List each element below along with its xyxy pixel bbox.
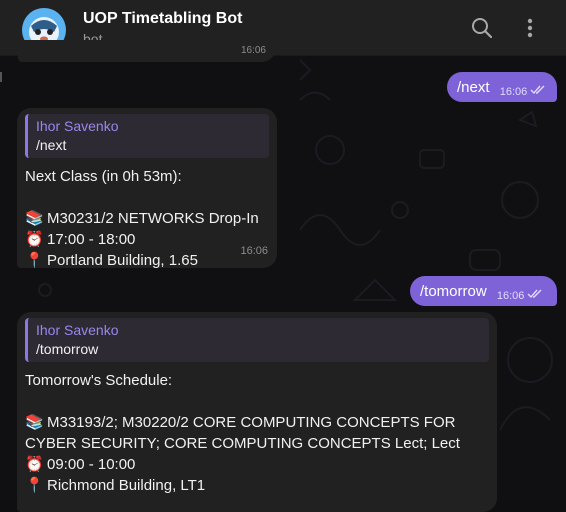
alarm-clock-icon: ⏰ (25, 456, 44, 473)
message-time: 16:06 (499, 86, 528, 98)
books-icon: 📚 (25, 414, 44, 431)
alarm-clock-icon: ⏰ (25, 231, 44, 248)
message-text: /next (457, 79, 490, 96)
double-check-icon (527, 289, 542, 299)
window-edge-marker (0, 72, 2, 82)
reply-preview[interactable]: Ihor Savenko /next (25, 114, 269, 158)
chat-title[interactable]: UOP Timetabling Bot (83, 10, 242, 28)
reply-text: /next (36, 137, 67, 153)
message-line: 📍 Portland Building, 1.65 (25, 252, 198, 269)
message-time: 16:06 (496, 290, 525, 302)
message-text: /tomorrow (420, 283, 487, 300)
more-vertical-icon[interactable] (516, 14, 544, 42)
outgoing-message-next[interactable]: /next 16:06 (447, 72, 557, 102)
message-line: 📚 M30231/2 NETWORKS Drop-In (25, 210, 259, 227)
message-line: ⏰ 09:00 - 10:00 (25, 456, 136, 473)
pin-icon: 📍 (25, 252, 44, 269)
books-icon: 📚 (25, 210, 44, 227)
message-meta: 16:06 (497, 286, 544, 307)
pin-icon: 📍 (25, 477, 44, 494)
search-icon[interactable] (468, 14, 496, 42)
message-time: 16:06 (240, 245, 268, 257)
double-check-icon (530, 85, 545, 95)
message-line: 📚 M33193/2; M30220/2 CORE COMPUTING CONCE… (25, 414, 456, 431)
reply-author: Ihor Savenko (36, 322, 119, 338)
message-line: ⏰ 17:00 - 18:00 (25, 231, 136, 248)
incoming-message-next-class[interactable]: Ihor Savenko /next Next Class (in 0h 53m… (17, 108, 277, 269)
message-line: Next Class (in 0h 53m): (25, 168, 182, 185)
message-time: 16:06 (240, 45, 266, 56)
message-meta: 16:06 (500, 82, 547, 103)
reply-preview[interactable]: Ihor Savenko /tomorrow (25, 318, 489, 362)
outgoing-message-tomorrow[interactable]: /tomorrow 16:06 (410, 276, 557, 306)
incoming-message-tomorrow-schedule[interactable]: Ihor Savenko /tomorrow Tomorrow's Schedu… (17, 312, 497, 512)
previous-message-stub: 16:06 (18, 40, 276, 62)
reply-text: /tomorrow (36, 341, 99, 357)
reply-author: Ihor Savenko (36, 118, 119, 134)
message-line: Tomorrow's Schedule: (25, 372, 173, 389)
message-line: CYBER SECURITY; CORE COMPUTING CONCEPTS … (25, 435, 460, 452)
message-line: 📍 Richmond Building, LT1 (25, 477, 206, 494)
